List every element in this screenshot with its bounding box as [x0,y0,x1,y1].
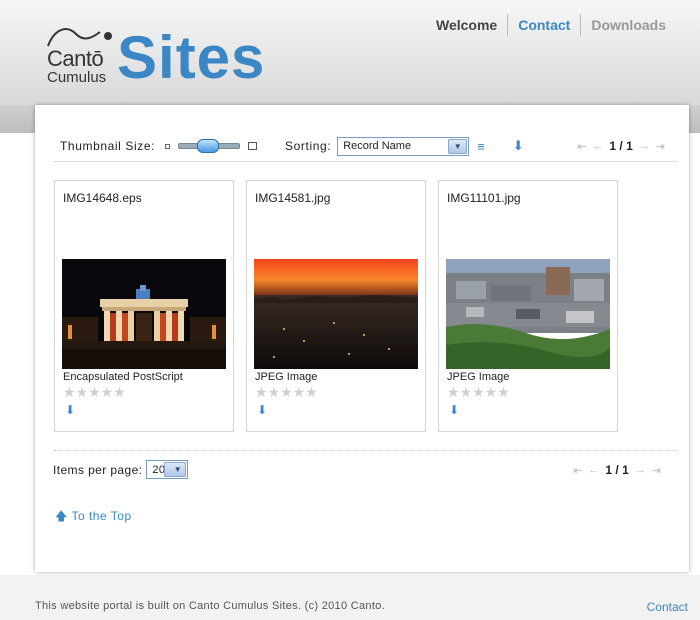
top-navigation: Welcome Contact Downloads [426,14,676,36]
next-page-icon[interactable]: → [635,464,646,476]
toolbar-divider [54,161,676,162]
results-divider [54,450,676,451]
record-card[interactable]: IMG14648.eps Encapsulated PostScript ★★★… [54,180,234,432]
nav-welcome-link[interactable]: Welcome [426,17,507,33]
footer-contact-link[interactable]: Contact [647,600,688,614]
items-per-page-select[interactable]: 20 ▼ [146,460,189,479]
arrow-up-icon: 🡅 [55,509,68,523]
first-page-icon[interactable]: ⇤ [573,464,582,477]
results-panel: Thumbnail Size: Sorting: Record Name ▼ ≡… [35,105,689,572]
record-filename[interactable]: IMG11101.jpg [447,191,521,205]
logo[interactable]: Cantō Cumulus Sites [44,20,284,95]
sort-order-icon[interactable]: ≡ [477,139,485,154]
record-thumbnail[interactable] [446,259,610,369]
sorting-select[interactable]: Record Name ▼ [337,136,470,156]
record-filename[interactable]: IMG14648.eps [63,191,142,205]
record-type: Encapsulated PostScript [63,371,183,383]
nav-downloads-link[interactable]: Downloads [581,17,676,33]
download-icon[interactable]: ⬇ [449,403,459,417]
rating-stars[interactable]: ★★★★★ [447,384,510,401]
thumbnail-size-label: Thumbnail Size: [60,139,156,153]
chevron-down-icon[interactable]: ▼ [448,138,468,154]
pager-bottom: ⇤ ← 1 / 1 → ⇥ [573,463,661,477]
footer-background [0,575,700,620]
record-type: JPEG Image [447,371,510,383]
page-indicator: 1 / 1 [609,139,633,153]
to-the-top-label: To the Top [71,509,132,523]
sorting-select-value: Record Name [343,140,412,152]
rating-stars[interactable]: ★★★★★ [63,384,126,401]
chevron-down-icon[interactable]: ▼ [164,462,187,477]
page-indicator: 1 / 1 [605,463,629,477]
record-thumbnail[interactable] [254,259,418,369]
sorting-label: Sorting: [285,139,332,153]
last-page-icon[interactable]: ⇥ [656,140,665,153]
record-filename[interactable]: IMG14581.jpg [255,191,330,205]
toolbar: Thumbnail Size: Sorting: Record Name ▼ ≡… [60,133,665,159]
to-the-top-link[interactable]: 🡅 To the Top [55,507,132,528]
items-per-page-value: 20 [152,463,166,476]
small-thumbnail-icon[interactable] [165,143,171,149]
nav-contact-link[interactable]: Contact [508,17,580,33]
items-per-page: Items per page: 20 ▼ [53,460,189,479]
download-icon[interactable]: ⬇ [257,403,267,417]
prev-page-icon[interactable]: ← [588,464,599,476]
download-icon[interactable]: ⬇ [513,138,524,154]
first-page-icon[interactable]: ⇤ [577,140,586,153]
footer-text: This website portal is built on Canto Cu… [35,600,385,612]
large-thumbnail-icon[interactable] [248,142,258,150]
rating-stars[interactable]: ★★★★★ [255,384,318,401]
thumbnail-size-slider[interactable] [178,139,241,153]
record-type: JPEG Image [255,371,318,383]
logo-sites-text: Sites [117,24,266,91]
record-card[interactable]: IMG11101.jpg JPEG Image ★★★★★ ⬇ [438,180,618,432]
record-card[interactable]: IMG14581.jpg JPEG Image ★★★★★ ⬇ [246,180,426,432]
items-per-page-label: Items per page: [53,462,143,477]
next-page-icon[interactable]: → [639,140,650,152]
logo-cumulus-text: Cumulus [47,69,107,86]
record-thumbnail[interactable] [62,259,226,369]
pager-top: ⇤ ← 1 / 1 → ⇥ [577,139,665,153]
last-page-icon[interactable]: ⇥ [652,464,661,477]
prev-page-icon[interactable]: ← [592,140,603,152]
slider-handle[interactable] [197,139,220,153]
download-icon[interactable]: ⬇ [65,403,75,417]
thumbnail-size-control [165,139,258,153]
